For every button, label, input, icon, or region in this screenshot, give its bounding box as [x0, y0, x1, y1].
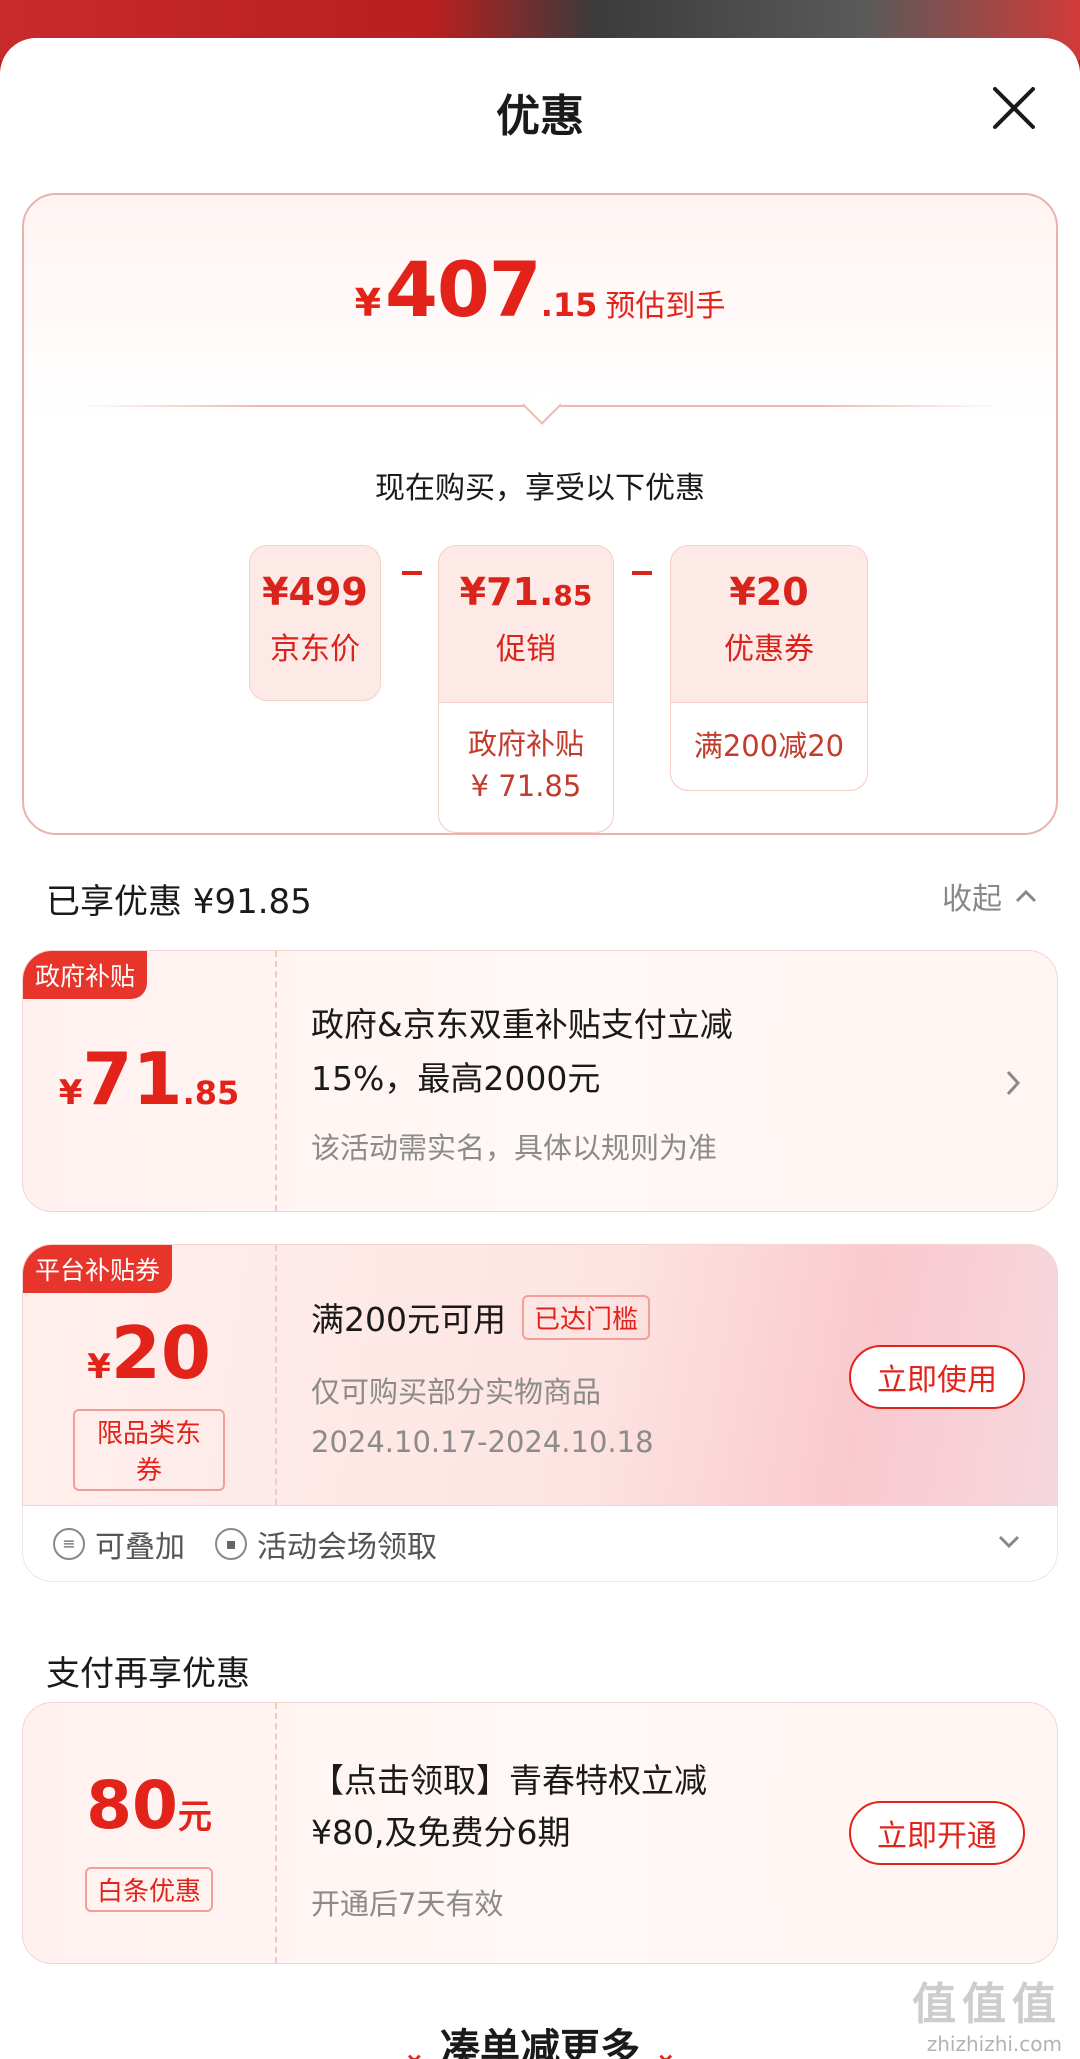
chevron-down-icon[interactable]	[997, 1534, 1021, 1550]
coupon-amount: ¥71.85	[23, 1037, 275, 1121]
coupon-sub-badge: 限品类东券	[73, 1409, 225, 1491]
divider-notch	[522, 385, 562, 425]
dashed-divider	[275, 1245, 277, 1505]
chip-value-small: 85	[553, 579, 593, 612]
watermark-logo: 值值值	[912, 1979, 1062, 2030]
stackable-label: 可叠加	[95, 1529, 185, 1565]
ticket-icon: ▪	[215, 1527, 247, 1560]
collapse-label: 收起	[942, 882, 1002, 917]
chip-value: ¥20	[729, 570, 809, 614]
discount-sheet: 优惠 ¥ 407 .15 预估到手 现在购买，享受以下优惠 ¥499 京东价 ¥…	[0, 38, 1080, 2059]
sheet-title: 优惠	[496, 91, 584, 142]
close-icon	[993, 87, 1035, 129]
estimated-currency: ¥	[354, 281, 382, 325]
coupon-title-line1: 【点击领取】青春特权立减	[311, 1761, 707, 1800]
chip-value: ¥71.85	[439, 570, 613, 614]
minus-sign	[632, 571, 652, 575]
chip-value-main: ¥71.	[459, 570, 554, 614]
chip-sub-line2: ¥ 71.85	[470, 769, 582, 803]
chevron-down-icon: ⌄	[653, 2036, 678, 2059]
estimated-decimal: .15	[540, 286, 598, 324]
amount-integer: 20	[110, 1311, 211, 1395]
coupon-sub-badge-wrap: 白条优惠	[63, 1867, 235, 1912]
coupon-title-line2: 15%，最高2000元	[311, 1059, 601, 1098]
coupon-title-line1: 政府&京东双重补贴支付立减	[311, 1005, 733, 1044]
source-info: ▪ 活动会场领取	[215, 1522, 437, 1566]
stack-icon: ≡	[53, 1527, 85, 1560]
more-deals-label: 凑单减更多	[440, 2026, 640, 2059]
watermark-url: zhizhizhi.com	[926, 2032, 1062, 2056]
payment-title: 支付再享优惠	[46, 1654, 250, 1694]
chip-sub-line1: 政府补贴	[467, 727, 584, 761]
chip-promotion: ¥71.85 促销 政府补贴 ¥ 71.85	[438, 545, 614, 833]
coupon-footer: ≡ 可叠加 ▪ 活动会场领取	[22, 1506, 1058, 1582]
chip-sub: 政府补贴 ¥ 71.85	[439, 702, 613, 832]
estimated-integer: 407	[385, 245, 542, 334]
chip-sub-line1: 满200减20	[693, 729, 845, 763]
chevron-right-icon	[1006, 1070, 1021, 1096]
dashed-divider	[275, 951, 277, 1211]
chip-jd-price: ¥499 京东价	[249, 545, 381, 701]
watermark: 值值值 zhizhizhi.com	[912, 1968, 1062, 2056]
status-badge: 已达门槛	[522, 1294, 651, 1340]
coupon-government-subsidy[interactable]: 政府补贴 ¥71.85 政府&京东双重补贴支付立减 15%，最高2000元 该活…	[22, 950, 1058, 1212]
minus-sign	[402, 571, 422, 575]
chip-sub: 满200减20	[671, 702, 867, 790]
coupon-validity: 2024.10.17-2024.10.18	[311, 1425, 654, 1459]
source-label: 活动会场领取	[257, 1529, 437, 1565]
coupon-title-line2: ¥80,及免费分6期	[311, 1813, 571, 1852]
activate-now-button[interactable]: 立即开通	[849, 1801, 1025, 1865]
chip-value: ¥499	[262, 570, 368, 614]
coupon-tag: 平台补贴券	[23, 1245, 173, 1293]
coupon-desc: 仅可购买部分实物商品	[311, 1375, 602, 1409]
close-button[interactable]	[986, 80, 1042, 136]
coupon-platform-subsidy: 平台补贴券 ¥20 限品类东券 满200元可用 已达门槛 仅可购买部分实物商品 …	[22, 1244, 1058, 1506]
coupon-tag: 政府补贴	[23, 951, 148, 999]
buy-now-text: 现在购买，享受以下优惠	[375, 471, 705, 506]
coupon-sub-badge: 白条优惠	[84, 1867, 213, 1912]
dashed-divider	[275, 1703, 277, 1963]
amount-currency: ¥	[58, 1073, 83, 1113]
chip-coupon: ¥20 优惠券 满200减20	[670, 545, 868, 791]
chip-label: 促销	[496, 632, 556, 667]
use-now-button[interactable]: 立即使用	[849, 1345, 1025, 1409]
coupon-amount: 80元	[23, 1767, 275, 1844]
enjoyed-title: 已享优惠 ¥91.85	[46, 882, 312, 922]
amount-decimal: .85	[182, 1074, 240, 1112]
estimated-label: 预估到手	[605, 289, 726, 324]
estimated-price: ¥ 407 .15 预估到手	[24, 245, 1056, 334]
chevron-up-icon	[1015, 889, 1037, 903]
coupon-sub-badge-wrap: 限品类东券	[73, 1409, 225, 1491]
amount-integer: 71	[82, 1037, 183, 1121]
stackable-info: ≡ 可叠加	[53, 1522, 185, 1566]
chevron-down-icon: ⌄	[402, 2036, 427, 2059]
amount-currency: ¥	[87, 1347, 111, 1387]
amount-integer: 80	[86, 1767, 178, 1844]
collapse-button[interactable]: 收起	[942, 874, 1038, 918]
coupon-baitiao: 80元 白条优惠 【点击领取】青春特权立减 ¥80,及免费分6期 开通后7天有效…	[22, 1702, 1058, 1964]
amount-unit: 元	[177, 1797, 212, 1837]
price-summary-card: ¥ 407 .15 预估到手 现在购买，享受以下优惠 ¥499 京东价 ¥71.…	[22, 193, 1058, 835]
sheet-header: 优惠	[0, 38, 1080, 178]
coupon-desc: 该活动需实名，具体以规则为准	[311, 1131, 718, 1165]
chip-label: 京东价	[270, 632, 360, 667]
coupon-desc: 开通后7天有效	[311, 1887, 504, 1921]
coupon-title: 满200元可用	[311, 1300, 506, 1339]
coupon-title-row: 满200元可用 已达门槛	[311, 1293, 651, 1341]
chip-label: 优惠券	[724, 632, 814, 667]
coupon-amount: ¥20	[23, 1311, 275, 1395]
